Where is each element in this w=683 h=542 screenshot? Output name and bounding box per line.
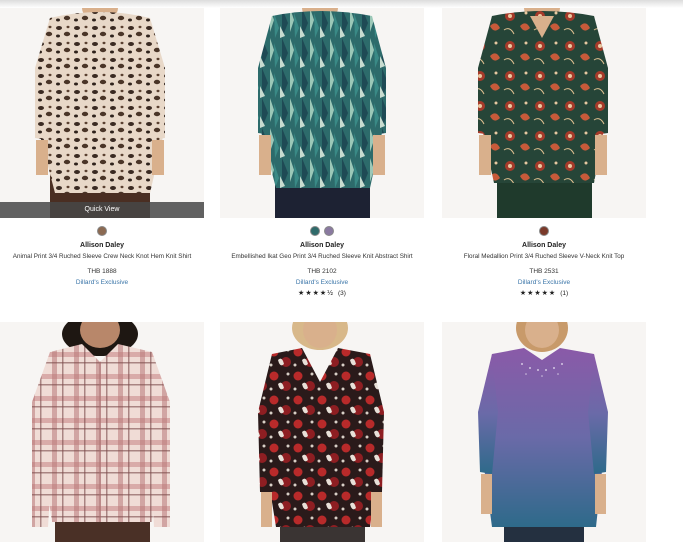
exclusive-badge: Dillard's Exclusive bbox=[75, 279, 129, 286]
review-count[interactable]: (3) bbox=[338, 290, 346, 297]
exclusive-badge: Dillard's Exclusive bbox=[295, 279, 349, 286]
product-brand[interactable]: Allison Daley bbox=[442, 242, 646, 249]
product-price: THB 2531 bbox=[529, 268, 559, 275]
color-swatch[interactable] bbox=[324, 226, 334, 236]
product-title[interactable]: Animal Print 3/4 Ruched Sleeve Crew Neck… bbox=[0, 253, 204, 260]
product-image-paisley-vneck-top[interactable] bbox=[220, 322, 424, 542]
color-swatches bbox=[220, 226, 424, 236]
product-image-animal-print-shirt[interactable]: Quick View bbox=[0, 8, 204, 218]
rating[interactable]: ★★★★½ (3) bbox=[220, 289, 424, 298]
product-brand[interactable]: Allison Daley bbox=[220, 242, 424, 249]
product-card[interactable] bbox=[442, 322, 646, 542]
star-rating-icon: ★★★★½ bbox=[298, 290, 334, 297]
product-image-floral-medallion-top[interactable] bbox=[442, 8, 646, 218]
quick-view-button[interactable]: Quick View bbox=[0, 202, 204, 218]
color-swatch[interactable] bbox=[97, 226, 107, 236]
color-swatch[interactable] bbox=[539, 226, 549, 236]
star-rating-icon: ★★★★★ bbox=[519, 290, 557, 297]
product-card[interactable]: Quick View Allison Daley Animal Print 3/… bbox=[0, 8, 204, 286]
product-price: THB 2102 bbox=[307, 268, 337, 275]
product-card[interactable] bbox=[220, 322, 424, 542]
product-image-ikat-geo-shirt[interactable] bbox=[220, 8, 424, 218]
product-brand[interactable]: Allison Daley bbox=[0, 242, 204, 249]
rating[interactable]: ★★★★★ (1) bbox=[442, 289, 646, 298]
product-title[interactable]: Floral Medallion Print 3/4 Ruched Sleeve… bbox=[442, 253, 646, 260]
product-card[interactable]: Allison Daley Floral Medallion Print 3/4… bbox=[442, 8, 646, 297]
color-swatch[interactable] bbox=[310, 226, 320, 236]
product-price: THB 1888 bbox=[87, 268, 117, 275]
product-title[interactable]: Embellished Ikat Geo Print 3/4 Ruched Sl… bbox=[220, 253, 424, 260]
top-shadow-bar bbox=[0, 0, 683, 8]
product-image-plaid-shirt[interactable] bbox=[0, 322, 204, 542]
review-count[interactable]: (1) bbox=[560, 290, 568, 297]
color-swatches bbox=[442, 226, 646, 236]
product-card[interactable] bbox=[0, 322, 204, 542]
product-image-ombre-embellished-top[interactable] bbox=[442, 322, 646, 542]
color-swatches bbox=[0, 226, 204, 236]
exclusive-badge: Dillard's Exclusive bbox=[517, 279, 571, 286]
product-card[interactable]: Allison Daley Embellished Ikat Geo Print… bbox=[220, 8, 424, 297]
